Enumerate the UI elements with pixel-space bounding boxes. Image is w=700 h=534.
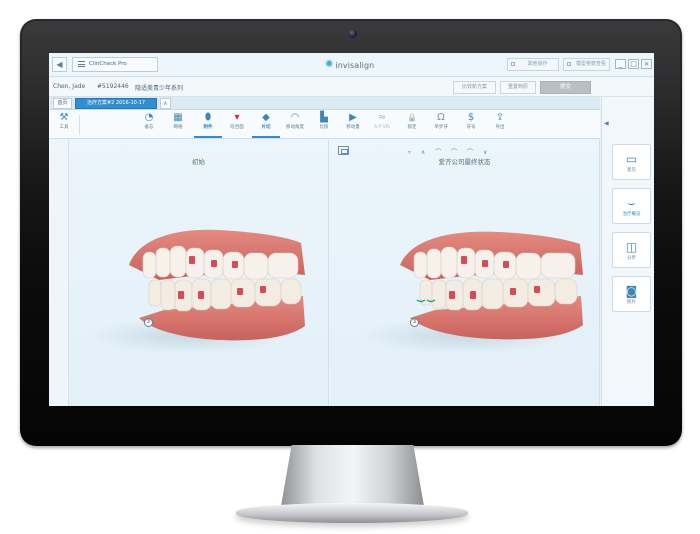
- tool-tools[interactable]: ⚒ 工具: [52, 111, 76, 137]
- app-screen: ◀ ClinCheck Pro ✺ invisalign 其他操作 模型参数查看…: [49, 53, 654, 406]
- card-staging[interactable]: ◫ 分步: [612, 232, 651, 268]
- stage-number-badge[interactable]: 3: [144, 318, 153, 327]
- left-strip: [49, 140, 69, 406]
- wrench-icon: ⚒: [59, 112, 69, 123]
- submit-button[interactable]: 提交: [540, 81, 591, 94]
- card-treatment-overview[interactable]: ⌣ 治疗概览: [612, 188, 651, 224]
- tool-movement-amount[interactable]: ▶ 移动量: [341, 111, 365, 137]
- square-icon: [511, 62, 515, 66]
- invisalign-star-icon: ✺: [325, 59, 334, 70]
- tool-attachments[interactable]: ⬮ 附件: [194, 111, 222, 138]
- tool-export[interactable]: ⇪ 导出: [488, 111, 512, 137]
- tool-lock[interactable]: 🔒 锁定: [400, 111, 424, 137]
- tooth-icon: ◔: [144, 112, 154, 123]
- menu-icon: [78, 61, 85, 67]
- monitor-stand: [280, 445, 425, 512]
- logo-text: invisalign: [335, 60, 375, 70]
- occlusion-icon: ▾: [234, 112, 240, 123]
- card-comments[interactable]: ▭ 意见: [612, 144, 651, 180]
- initial-teeth-model: [89, 229, 305, 354]
- tool-compare[interactable]: ▙ 比照: [312, 111, 336, 137]
- tool-ap-vis[interactable]: ≈ A-P VIS: [370, 111, 394, 137]
- camera-icon: ◙: [625, 284, 638, 298]
- monitor-base: [236, 503, 468, 523]
- back-button[interactable]: ◀: [52, 57, 67, 72]
- stage-number-badge[interactable]: 3: [410, 318, 419, 327]
- headphones-icon: Ω: [437, 112, 445, 123]
- invisalign-logo: ✺ invisalign: [325, 59, 374, 71]
- dual-view-icon: ◫: [625, 240, 638, 254]
- aligner-icon: ⌣: [627, 196, 636, 210]
- title-bar: ◀ ClinCheck Pro ✺ invisalign 其他操作 模型参数查看…: [49, 53, 654, 77]
- ap-vis-icon: ≈: [377, 112, 387, 123]
- maximize-button[interactable]: □: [628, 59, 639, 69]
- reset-button[interactable]: 重置到原: [500, 81, 536, 94]
- treatment-series: 隐适美青少年系列: [135, 85, 184, 92]
- other-actions-button[interactable]: 其他操作: [507, 58, 559, 71]
- app-menu-button[interactable]: ClinCheck Pro: [72, 57, 158, 72]
- tab-row: 首页 治疗方案#2 2016-10-17 ∧: [49, 97, 600, 110]
- patient-bar: Chen, Jade #5192446 隐适美青少年系列 比较新方案 重置到原 …: [49, 78, 654, 97]
- tool-grid[interactable]: ▦ 网格: [166, 111, 190, 137]
- card-photos[interactable]: ◙ 照片: [612, 276, 651, 312]
- tool-movement-angle[interactable]: ◠ 移动角度: [283, 111, 307, 137]
- play-icon: ▶: [349, 112, 357, 123]
- tool-single-step[interactable]: Ω 单步牙: [429, 111, 453, 137]
- toolbar: ⚒ 工具 ◔ 备忘 ▦ 网格 ⬮ 附件 ▾ 咬合面 ◆ 片切 ◠ 移动角度 ▙: [49, 110, 600, 139]
- square-icon: [567, 62, 571, 66]
- monitor-icon: ▭: [625, 152, 638, 166]
- patient-id: #5192446: [97, 83, 129, 90]
- dollar-icon: $: [467, 112, 475, 123]
- tool-tooth-numbers[interactable]: $ 牙号: [459, 111, 483, 137]
- lock-icon: 🔒: [407, 113, 417, 122]
- compare-icon: ▙: [320, 112, 328, 123]
- tool-ipr[interactable]: ◆ 片切: [252, 111, 280, 138]
- close-button[interactable]: ×: [641, 59, 652, 69]
- ipr-icon: ◆: [262, 112, 270, 123]
- compare-plan-button[interactable]: 比较新方案: [453, 81, 496, 94]
- tab-home[interactable]: 首页: [53, 98, 72, 109]
- model-params-button[interactable]: 模型参数查看: [563, 58, 610, 71]
- tool-occlusion[interactable]: ▾ 咬合面: [225, 111, 249, 137]
- share-icon: ⇪: [495, 112, 505, 123]
- gauge-icon: ◠: [290, 112, 300, 123]
- tool-notes[interactable]: ◔ 备忘: [137, 111, 161, 137]
- chevron-left-icon[interactable]: ◀: [604, 120, 609, 127]
- initial-view[interactable]: 初始 3: [69, 140, 329, 406]
- tab-treatment-plan[interactable]: 治疗方案#2 2016-10-17: [75, 98, 157, 109]
- tab-collapse-button[interactable]: ∧: [160, 98, 171, 109]
- final-view[interactable]: ▿ ∧ ⌒ ⌒ ⌒ ∨ 爱齐公司最终状态 3: [330, 140, 600, 406]
- app-name: ClinCheck Pro: [89, 61, 127, 67]
- minimize-button[interactable]: _: [615, 59, 626, 69]
- patient-name: Chen, Jade: [53, 83, 86, 90]
- webcam-icon: [348, 29, 357, 38]
- toolbar-divider: [79, 115, 80, 135]
- right-panel: ◀ ▭ 意见 ⌣ 治疗概览 ◫ 分步 ◙ 照片: [601, 97, 654, 406]
- final-teeth-model: [360, 231, 583, 354]
- attachment-icon: ⬮: [204, 112, 212, 123]
- grid-icon: ▦: [173, 112, 183, 123]
